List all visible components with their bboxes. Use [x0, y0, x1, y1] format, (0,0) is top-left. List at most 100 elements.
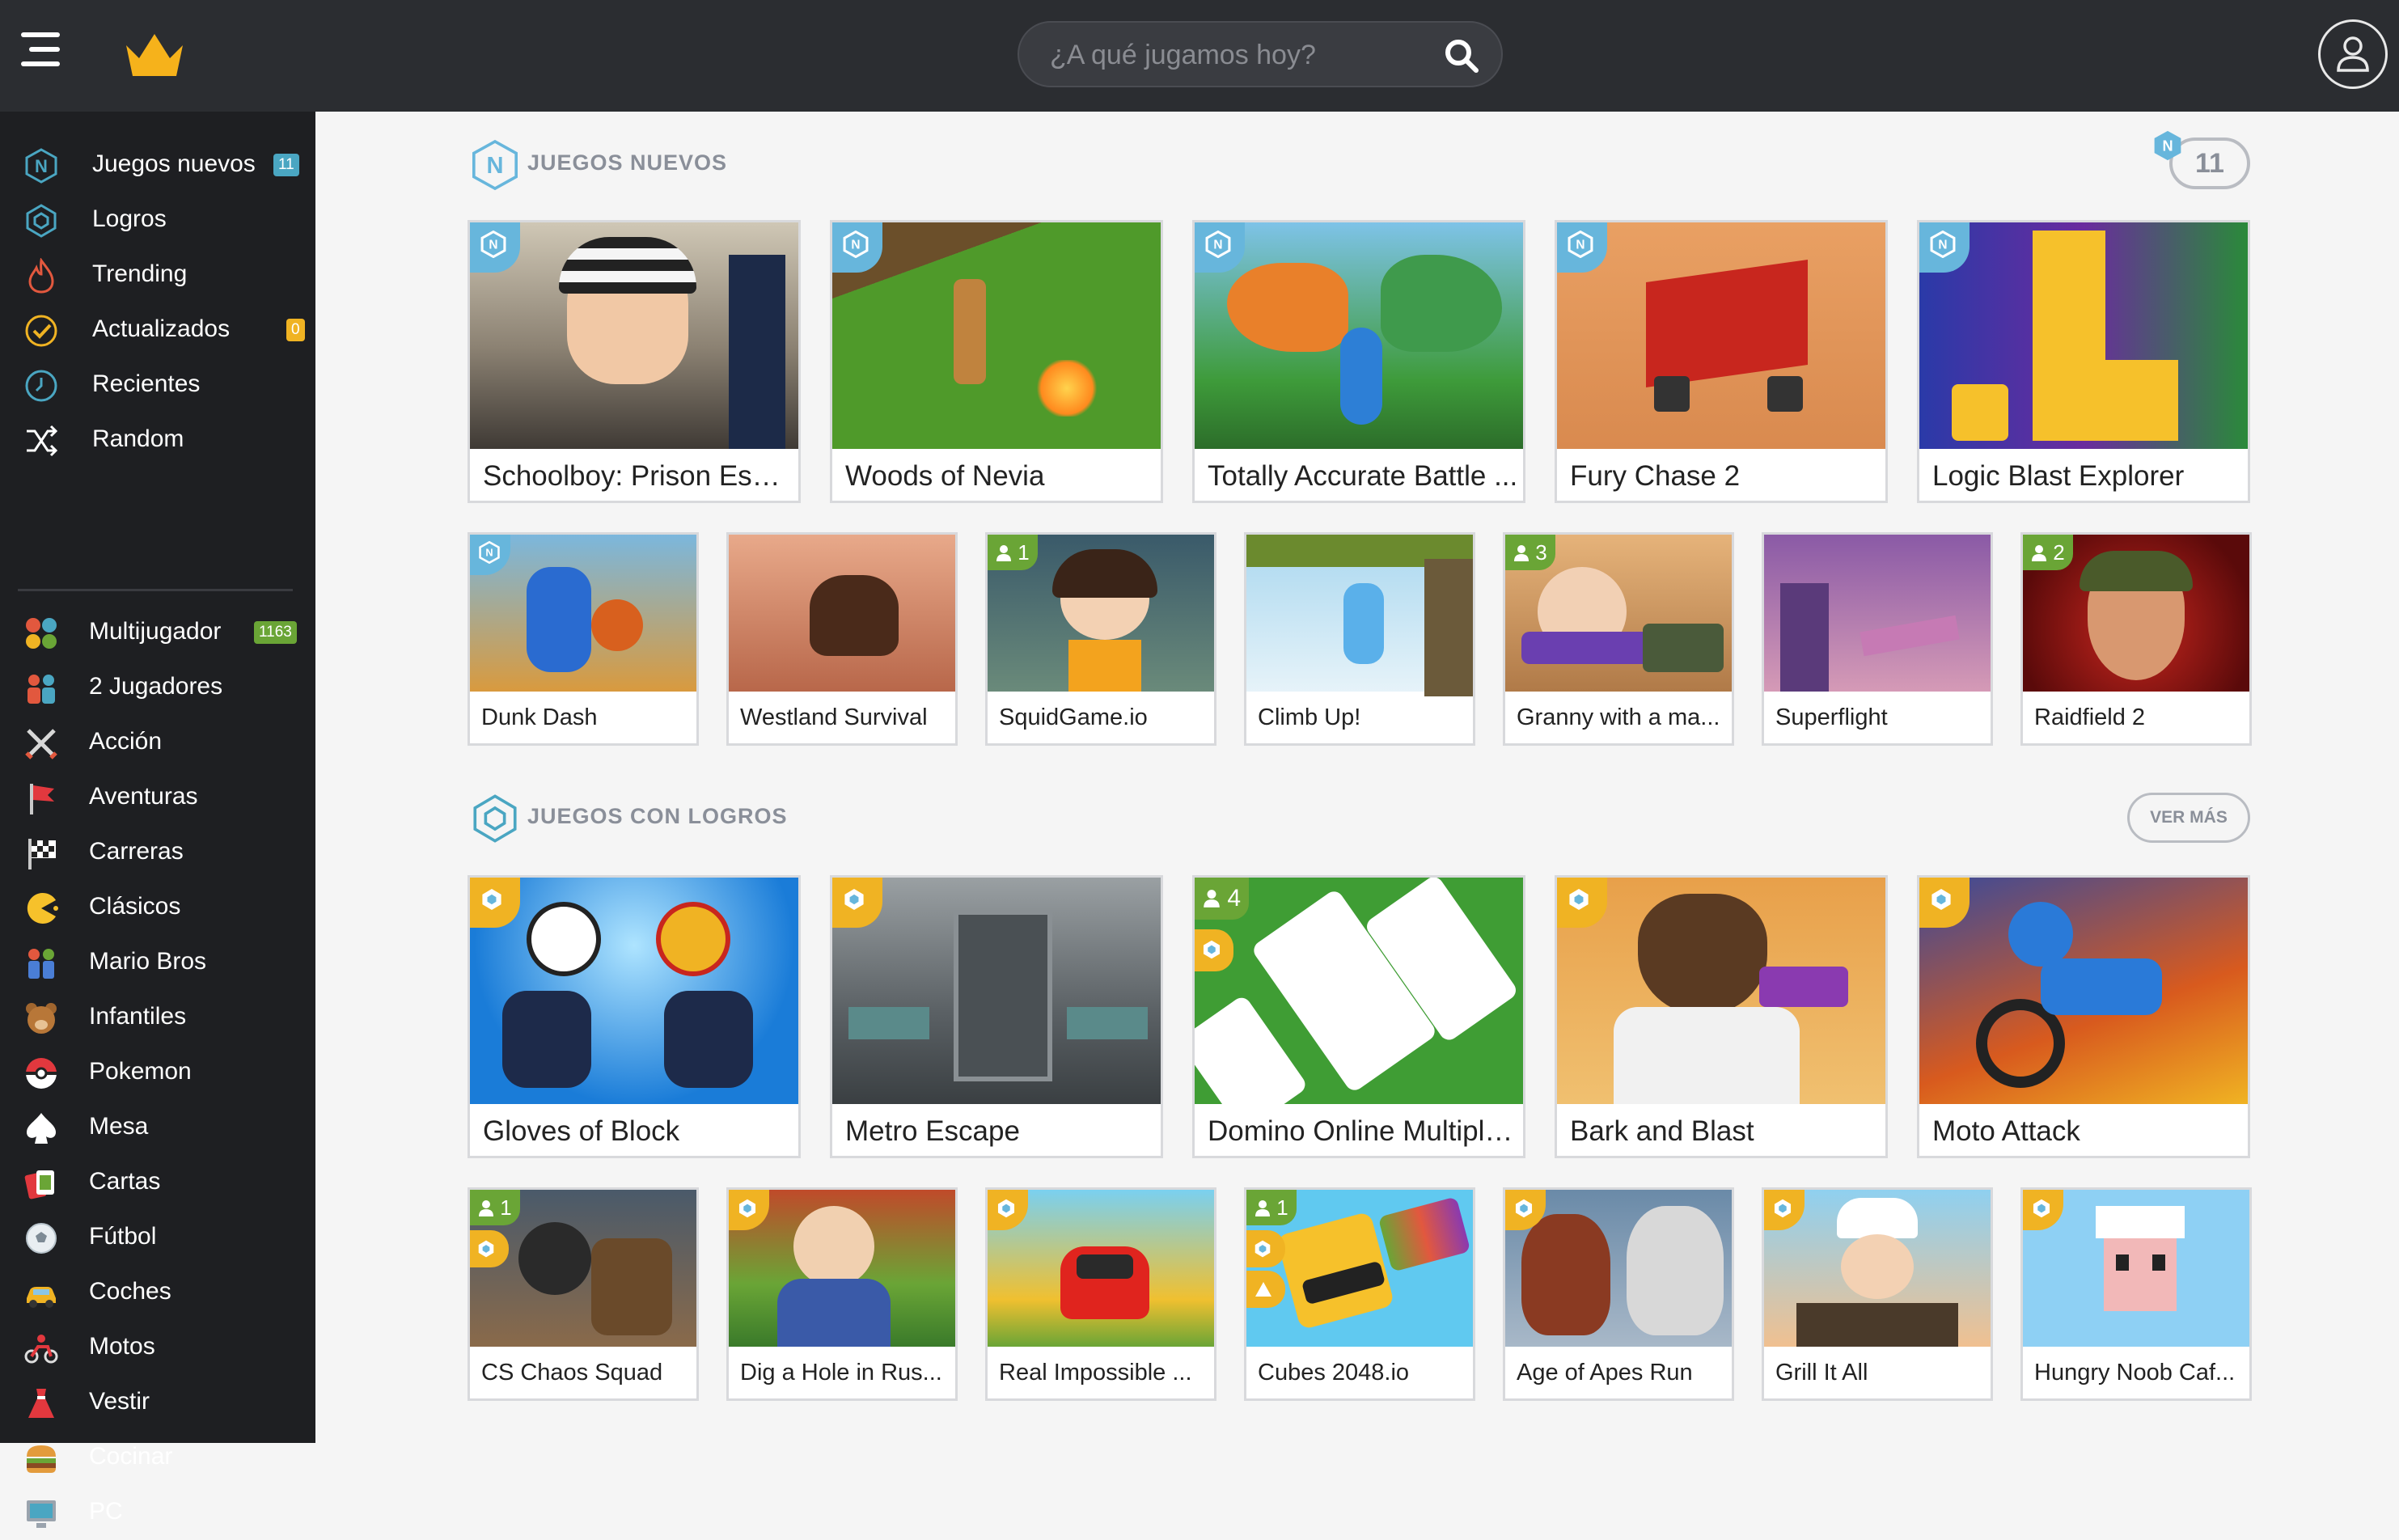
- sidebar-item-recientes[interactable]: Recientes: [0, 358, 315, 412]
- sidebar-category-multijugador[interactable]: Multijugador 1163: [0, 605, 315, 660]
- crown-logo-icon[interactable]: [123, 31, 186, 79]
- players-count: 1: [500, 1195, 512, 1220]
- game-card[interactable]: N Dunk Dash: [468, 532, 699, 746]
- game-thumbnail: [1195, 222, 1523, 449]
- game-card[interactable]: Real Impossible ...: [985, 1187, 1216, 1401]
- sidebar-category-clasicos[interactable]: Clásicos: [0, 880, 315, 935]
- sidebar-item-label: Recientes: [92, 370, 201, 397]
- sidebar-item-juegos-nuevos[interactable]: N Juegos nuevos 11: [0, 138, 315, 192]
- game-card[interactable]: Bark and Blast: [1555, 875, 1888, 1158]
- game-card[interactable]: Grill It All: [1762, 1187, 1993, 1401]
- sidebar-item-random[interactable]: Random: [0, 412, 315, 468]
- sidebar-category-coches[interactable]: Coches: [0, 1265, 315, 1320]
- mario-bros-icon: [28, 949, 54, 979]
- game-card[interactable]: Superflight: [1762, 532, 1993, 746]
- game-card[interactable]: N Woods of Nevia: [830, 220, 1163, 503]
- achievement-badge: [1195, 929, 1233, 971]
- achievements-icon: [473, 794, 517, 843]
- game-title: CS Chaos Squad: [481, 1360, 663, 1386]
- game-title: Hungry Noob Caf...: [2034, 1360, 2236, 1386]
- search-input[interactable]: [1048, 23, 1424, 87]
- sidebar-category-cocinar[interactable]: Cocinar: [0, 1430, 315, 1485]
- game-card[interactable]: N Logic Blast Explorer: [1917, 220, 2250, 503]
- checkered-flag-icon: [28, 839, 56, 869]
- svg-text:N: N: [851, 238, 860, 252]
- sidebar-category-motos[interactable]: Motos: [0, 1320, 315, 1375]
- sidebar-item-logros[interactable]: Logros: [0, 192, 315, 248]
- game-card[interactable]: 4 Domino Online Multipla...: [1192, 875, 1525, 1158]
- hamburger-menu-icon[interactable]: [21, 32, 60, 76]
- player-icon: [479, 1200, 493, 1216]
- sidebar-category-mesa[interactable]: Mesa: [0, 1100, 315, 1155]
- sidebar-category-accion[interactable]: Acción: [0, 715, 315, 770]
- svg-text:N: N: [1576, 238, 1585, 252]
- new-games-icon: N: [472, 139, 518, 191]
- game-card[interactable]: Gloves of Block: [468, 875, 801, 1158]
- game-thumbnail: [832, 878, 1161, 1104]
- game-card[interactable]: Dig a Hole in Rus...: [726, 1187, 958, 1401]
- game-title: Gloves of Block: [483, 1115, 680, 1147]
- game-title: Domino Online Multipla...: [1208, 1115, 1518, 1147]
- sidebar-item-label: Pokemon: [89, 1058, 192, 1085]
- game-card[interactable]: 1 CS Chaos Squad: [468, 1187, 699, 1401]
- sidebar-item-label: Multijugador: [89, 618, 222, 645]
- sidebar-category-vestir[interactable]: Vestir: [0, 1375, 315, 1430]
- game-card[interactable]: Metro Escape: [830, 875, 1163, 1158]
- sidebar-category-pc[interactable]: PC: [0, 1485, 315, 1540]
- sidebar-item-label: Fútbol: [89, 1223, 157, 1250]
- see-more-button[interactable]: VER MÁS: [2127, 793, 2250, 843]
- game-title: Real Impossible ...: [999, 1360, 1192, 1386]
- sidebar-item-actualizados[interactable]: Actualizados 0: [0, 302, 315, 358]
- new-badge-icon: N: [2154, 130, 2181, 161]
- pokeball-icon: [26, 1058, 57, 1089]
- players-count: 4: [1227, 885, 1242, 912]
- game-card[interactable]: Climb Up!: [1244, 532, 1475, 746]
- game-card[interactable]: 2 Raidfield 2: [2020, 532, 2252, 746]
- game-card[interactable]: Age of Apes Run: [1503, 1187, 1734, 1401]
- players-badge: 1: [1246, 1190, 1297, 1225]
- game-card[interactable]: Hungry Noob Caf...: [2020, 1187, 2252, 1401]
- sidebar-category-futbol[interactable]: Fútbol: [0, 1210, 315, 1265]
- game-thumbnail: [1919, 878, 2248, 1104]
- players-count: 3: [1535, 540, 1547, 565]
- players-count: 1: [1018, 540, 1030, 565]
- sidebar-category-infantiles[interactable]: Infantiles: [0, 990, 315, 1045]
- sidebar-category-mario-bros[interactable]: Mario Bros: [0, 935, 315, 990]
- multiplayer-count-badge: 1163: [254, 621, 297, 644]
- sidebar-category-carreras[interactable]: Carreras: [0, 825, 315, 880]
- search-icon[interactable]: [1445, 39, 1479, 73]
- sidebar-item-label: Mesa: [89, 1113, 149, 1140]
- game-card[interactable]: 1 Cubes 2048.io: [1244, 1187, 1475, 1401]
- game-card[interactable]: 3 Granny with a ma...: [1503, 532, 1734, 746]
- sidebar-item-label: Juegos nuevos: [92, 150, 256, 177]
- game-title: Moto Attack: [1932, 1115, 2080, 1147]
- players-count: 2: [2053, 540, 2065, 565]
- sidebar-item-label: Motos: [89, 1333, 155, 1360]
- sidebar-category-pokemon[interactable]: Pokemon: [0, 1045, 315, 1100]
- game-title: Schoolboy: Prison Esca...: [483, 460, 793, 492]
- sidebar-category-cartas[interactable]: Cartas: [0, 1155, 315, 1210]
- game-card[interactable]: N Totally Accurate Battle ...: [1192, 220, 1525, 503]
- game-title: Westland Survival: [740, 704, 928, 730]
- achievements-icon: [26, 204, 57, 238]
- game-card[interactable]: N Schoolboy: Prison Esca...: [468, 220, 801, 503]
- game-card[interactable]: Moto Attack: [1917, 875, 2250, 1158]
- computer-icon: [27, 1500, 56, 1528]
- sidebar-category-aventuras[interactable]: Aventuras: [0, 770, 315, 825]
- user-account-button[interactable]: [2318, 19, 2388, 89]
- top-bar: [0, 0, 2399, 112]
- svg-text:N: N: [2162, 138, 2173, 154]
- players-badge: 1: [988, 535, 1038, 570]
- sidebar-category-2-jugadores[interactable]: 2 Jugadores: [0, 660, 315, 715]
- flag-icon: [30, 784, 54, 814]
- sidebar-item-trending[interactable]: Trending: [0, 248, 315, 302]
- sidebar-item-label: Clásicos: [89, 893, 181, 920]
- sidebar-item-label: Acción: [89, 728, 163, 755]
- teddy-bear-icon: [26, 1003, 57, 1034]
- game-card[interactable]: Westland Survival: [726, 532, 958, 746]
- game-card[interactable]: N Fury Chase 2: [1555, 220, 1888, 503]
- game-card[interactable]: 1 SquidGame.io: [985, 532, 1216, 746]
- svg-text:N: N: [1213, 238, 1222, 252]
- clock-icon: [25, 370, 57, 402]
- game-title: SquidGame.io: [999, 704, 1148, 730]
